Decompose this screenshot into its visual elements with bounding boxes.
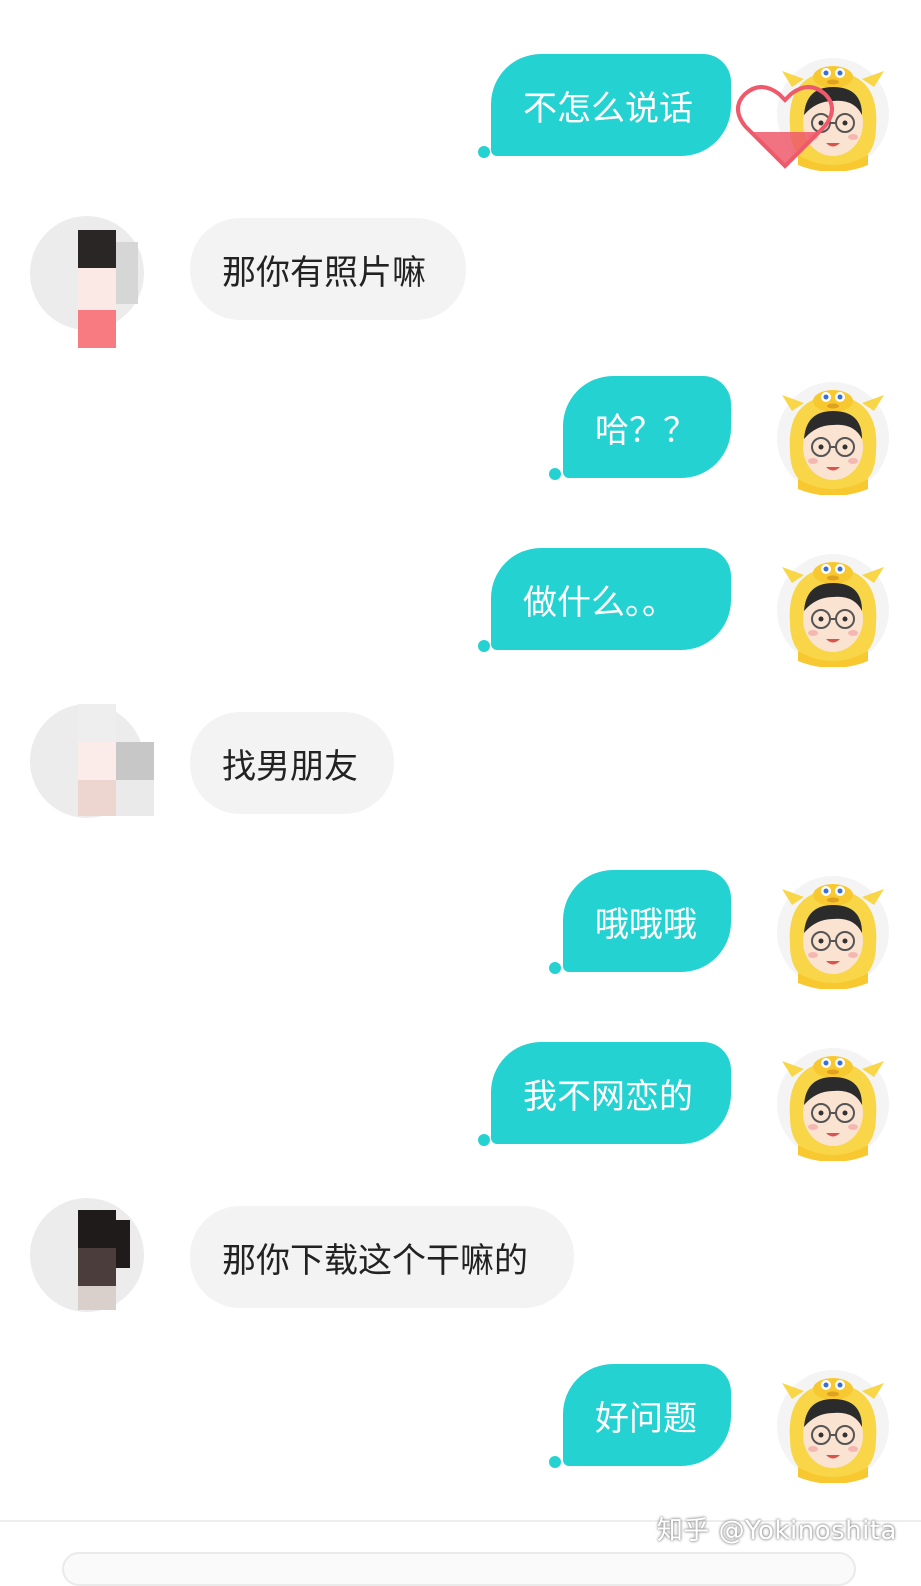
message-text: 那你下载这个干嘛的 [222,1240,528,1281]
message-text: 哦哦哦 [595,904,697,945]
bubble-tail-dot [549,1456,561,1468]
message-text: 找男朋友 [222,746,358,787]
cartoon-boy-icon [776,553,890,667]
pixelated-avatar-icon [78,704,116,742]
pixel-block [78,268,116,310]
bubble-tail-dot [478,1134,490,1146]
outgoing-message-bubble[interactable]: 做什么。。 [491,548,731,650]
bubble-tail-dot [549,962,561,974]
outgoing-message-bubble[interactable]: 我不网恋的 [491,1042,731,1144]
message-text: 我不网恋的 [523,1076,693,1117]
heart-frame-icon [736,85,834,169]
pixel-block [78,780,116,816]
incoming-message-bubble[interactable]: 那你有照片嘛 [190,218,466,320]
pixelated-avatar-icon [78,230,116,268]
bubble-tail-dot [549,468,561,480]
self-avatar[interactable] [776,381,890,495]
self-avatar[interactable] [776,553,890,667]
cartoon-boy-icon [776,1369,890,1483]
chat-thread: 不怎么说话 那你有照片嘛 哈？？ 做什么。。 找男朋友 哦哦哦 我不网恋的 那你… [0,0,921,1520]
incoming-message-bubble[interactable]: 找男朋友 [190,712,394,814]
outgoing-message-bubble[interactable]: 哦哦哦 [563,870,731,972]
message-input-field[interactable] [62,1552,856,1586]
message-text: 不怎么说话 [523,88,693,129]
other-user-avatar[interactable] [30,216,144,348]
other-user-avatar[interactable] [30,704,154,818]
message-text: 好问题 [595,1398,697,1439]
bubble-tail-dot [478,146,490,158]
self-avatar[interactable] [776,1369,890,1483]
pixel-block [116,1220,130,1268]
cartoon-boy-icon [776,1047,890,1161]
pixel-block [78,1248,116,1286]
pixel-block [116,742,154,780]
pixel-block [116,242,138,304]
watermark: 知乎 @Yokinoshita [656,1516,897,1546]
pixelated-avatar-icon [78,1210,116,1248]
self-avatar[interactable] [776,875,890,989]
pixel-block [78,1286,116,1310]
outgoing-message-bubble[interactable]: 不怎么说话 [491,54,731,156]
cartoon-boy-icon [776,381,890,495]
outgoing-message-bubble[interactable]: 好问题 [563,1364,731,1466]
other-user-avatar[interactable] [30,1198,144,1312]
bubble-tail-dot [478,640,490,652]
pixel-block [78,742,116,780]
message-text: 那你有照片嘛 [222,252,426,293]
incoming-message-bubble[interactable]: 那你下载这个干嘛的 [190,1206,574,1308]
outgoing-message-bubble[interactable]: 哈？？ [563,376,731,478]
pixel-block [116,780,154,816]
self-avatar[interactable] [776,1047,890,1161]
message-text: 做什么。。 [523,582,676,623]
message-text: 哈？？ [595,410,697,451]
cartoon-boy-icon [776,875,890,989]
pixel-block [78,310,116,348]
